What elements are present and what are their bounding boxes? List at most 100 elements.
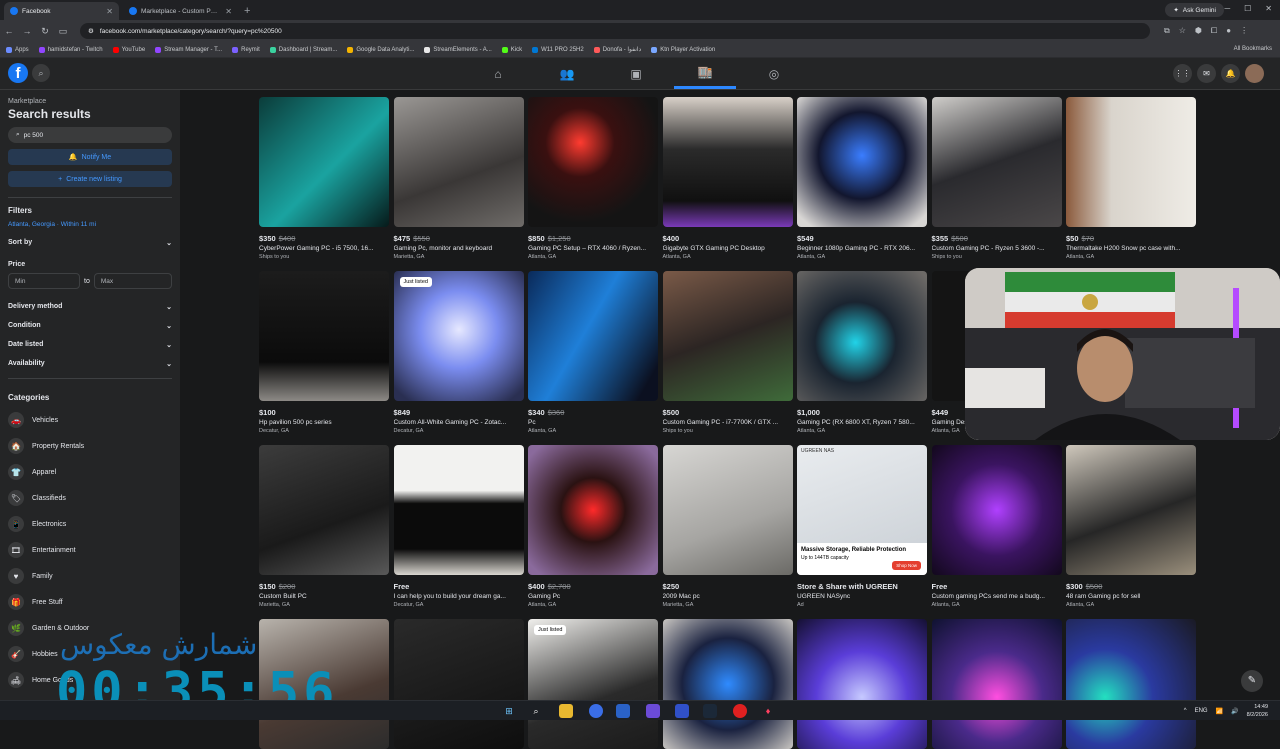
home-icon[interactable]: ⌂ xyxy=(467,58,529,89)
app-icon[interactable] xyxy=(616,704,630,718)
listing-card[interactable]: Just listed $849 Custom All-White Gaming P… xyxy=(393,271,524,434)
ask-gemini-button[interactable]: ✦ Ask Gemini xyxy=(1165,3,1224,17)
listing-title[interactable]: Hp pavilion 500 pc series xyxy=(259,419,389,426)
listing-title[interactable]: Custom Gaming PC - Ryzen 5 3600 -... xyxy=(932,245,1062,252)
listing-photo[interactable]: Just listed xyxy=(393,271,524,401)
listing-title[interactable]: Custom Gaming PC - i7-7700K / GTX ... xyxy=(663,419,793,426)
create-listing-button[interactable]: + Create new listing xyxy=(8,171,172,187)
listing-title[interactable]: 2009 Mac pc xyxy=(663,593,793,600)
new-tab-button[interactable]: + xyxy=(244,5,250,17)
category-item[interactable]: 🎞 Entertainment xyxy=(8,542,172,558)
install-icon[interactable]: ⧉ xyxy=(1164,26,1170,36)
video-icon[interactable]: ▣ xyxy=(605,58,667,89)
url-field[interactable]: ⚙ facebook.com/marketplace/category/searc… xyxy=(80,23,1150,39)
listing-title[interactable]: 48 ram Gaming pc for sell xyxy=(1066,593,1196,600)
volume-icon[interactable]: 🔊 xyxy=(1231,708,1238,715)
bookmark-item[interactable]: StreamElements - A... xyxy=(424,46,492,53)
listing-photo[interactable] xyxy=(259,97,389,227)
listing-photo[interactable] xyxy=(797,97,927,227)
listing-photo[interactable] xyxy=(662,445,793,575)
marketplace-icon[interactable]: 🏬 xyxy=(674,58,736,89)
listing-title[interactable]: Gaming PC (RX 6800 XT, Ryzen 7 580... xyxy=(797,419,927,426)
listing-title[interactable]: Gaming Pc, monitor and keyboard xyxy=(394,245,524,252)
category-item[interactable]: 🏷 Classifieds xyxy=(8,490,172,506)
search-icon[interactable]: ⌕ xyxy=(529,704,543,718)
listing-title[interactable]: Gigabyte GTX Gaming PC Desktop xyxy=(663,245,793,252)
listing-title[interactable]: CyberPower Gaming PC - i5 7500, 16... xyxy=(259,245,389,252)
listing-card[interactable]: $475 $550 Gaming Pc, monitor and keyboard M… xyxy=(393,97,524,260)
listing-title[interactable]: UGREEN NASync xyxy=(797,593,927,600)
listing-photo[interactable] xyxy=(931,445,1062,575)
category-item[interactable]: 🏠 Property Rentals xyxy=(8,438,172,454)
file-explorer-icon[interactable] xyxy=(559,704,573,718)
listing-photo[interactable] xyxy=(1066,619,1196,749)
notify-me-button[interactable]: 🔔 Notify Me xyxy=(8,149,172,165)
back-icon[interactable]: ← xyxy=(0,26,18,36)
bookmark-item[interactable]: Donofa - دانفوا xyxy=(593,46,641,53)
listing-title[interactable]: I can help you to build your dream ga... xyxy=(394,593,524,600)
listing-photo[interactable] xyxy=(931,619,1062,749)
listing-card[interactable] xyxy=(931,619,1062,749)
category-item[interactable]: ♥ Family xyxy=(8,568,172,584)
close-tab-icon[interactable]: ✕ xyxy=(106,7,113,16)
filter-dropdown[interactable]: Condition ⌄ xyxy=(8,322,172,330)
listing-card[interactable] xyxy=(393,619,524,749)
category-item[interactable]: 🚗 Vehicles xyxy=(8,412,172,428)
sponsored-ad-card[interactable]: UGREEN NAS Massive Storage, Reliable Prot… xyxy=(797,445,927,608)
filter-dropdown[interactable]: Delivery method ⌄ xyxy=(8,303,172,311)
min-price-input[interactable]: Min xyxy=(8,273,80,289)
listing-title[interactable]: Gaming PC Setup – RTX 4060 / Ryzen... xyxy=(528,245,658,252)
clock[interactable]: 14:49 8/2/2026 xyxy=(1247,703,1268,719)
groups-icon[interactable]: ◎ xyxy=(743,58,805,89)
chrome-icon[interactable] xyxy=(589,704,603,718)
listing-photo[interactable] xyxy=(393,619,524,749)
friends-icon[interactable]: 👥 xyxy=(536,58,598,89)
listing-photo[interactable]: Just listed xyxy=(528,619,658,749)
max-price-input[interactable]: Max xyxy=(93,273,172,289)
avatar[interactable] xyxy=(1245,64,1264,83)
listing-photo[interactable] xyxy=(662,97,793,227)
notifications-icon[interactable]: 🔔 xyxy=(1221,64,1240,83)
app-icon[interactable]: ♦ xyxy=(761,704,775,718)
listing-card[interactable]: $300 $500 48 ram Gaming pc for sell Atlanta… xyxy=(1066,445,1196,608)
listing-card[interactable]: $250 2009 Mac pc Marietta, GA xyxy=(662,445,793,608)
bookmark-item[interactable]: YouTube xyxy=(112,46,145,53)
listing-photo[interactable] xyxy=(1066,97,1196,227)
listing-photo[interactable] xyxy=(528,97,658,227)
listing-photo[interactable] xyxy=(259,271,389,401)
facebook-logo[interactable]: f xyxy=(8,63,28,83)
sort-by-dropdown[interactable]: Sort by ⌄ xyxy=(8,239,172,247)
listing-card[interactable]: Free I can help you to build your dream g… xyxy=(393,445,524,608)
listing-photo[interactable] xyxy=(662,619,793,749)
listing-card[interactable]: $100 Hp pavilion 500 pc series Decatur, GA xyxy=(259,271,389,434)
listing-card[interactable]: $355 $500 Custom Gaming PC - Ryzen 5 3600 … xyxy=(931,97,1062,260)
app-icon[interactable] xyxy=(675,704,689,718)
language-indicator[interactable]: ENG xyxy=(1195,708,1208,714)
category-item[interactable]: 📱 Electronics xyxy=(8,516,172,532)
bookmark-item[interactable]: Apps xyxy=(6,46,29,53)
listing-card[interactable] xyxy=(797,619,927,749)
filter-dropdown[interactable]: Availability ⌄ xyxy=(8,360,172,368)
listing-card[interactable]: $350 $400 CyberPower Gaming PC - i5 7500, … xyxy=(259,97,389,260)
category-item[interactable]: 🎁 Free Stuff xyxy=(8,594,172,610)
listing-card[interactable]: $340 $360 Pc Atlanta, GA xyxy=(528,271,658,434)
listing-photo[interactable] xyxy=(797,619,927,749)
breadcrumb[interactable]: Marketplace xyxy=(8,98,172,105)
listing-title[interactable]: Gaming Pc xyxy=(528,593,658,600)
menu-dots-icon[interactable]: ⋮ xyxy=(1240,26,1248,36)
listing-photo[interactable] xyxy=(1066,445,1196,575)
listing-photo[interactable] xyxy=(528,271,658,401)
listing-card[interactable]: $1,000 Gaming PC (RX 6800 XT, Ryzen 7 580… xyxy=(797,271,927,434)
listing-card[interactable] xyxy=(1066,619,1196,749)
bookmark-item[interactable]: Kick xyxy=(501,46,522,53)
listing-card[interactable]: $50 $70 Thermaltake H200 Snow pc case with… xyxy=(1066,97,1196,260)
forward-icon[interactable]: → xyxy=(18,26,36,36)
side-panel-icon[interactable]: ▭ xyxy=(54,26,72,37)
site-info-icon[interactable]: ⚙ xyxy=(88,27,94,35)
category-item[interactable]: 👕 Apparel xyxy=(8,464,172,480)
maximize-icon[interactable]: ☐ xyxy=(1244,4,1251,13)
bookmark-item[interactable]: Dashboard | Stream... xyxy=(269,46,337,53)
shop-now-button[interactable]: Shop Now xyxy=(892,561,921,570)
listing-title[interactable]: Thermaltake H200 Snow pc case with... xyxy=(1066,245,1196,252)
listing-title[interactable]: Custom All-White Gaming PC - Zotac... xyxy=(394,419,524,426)
